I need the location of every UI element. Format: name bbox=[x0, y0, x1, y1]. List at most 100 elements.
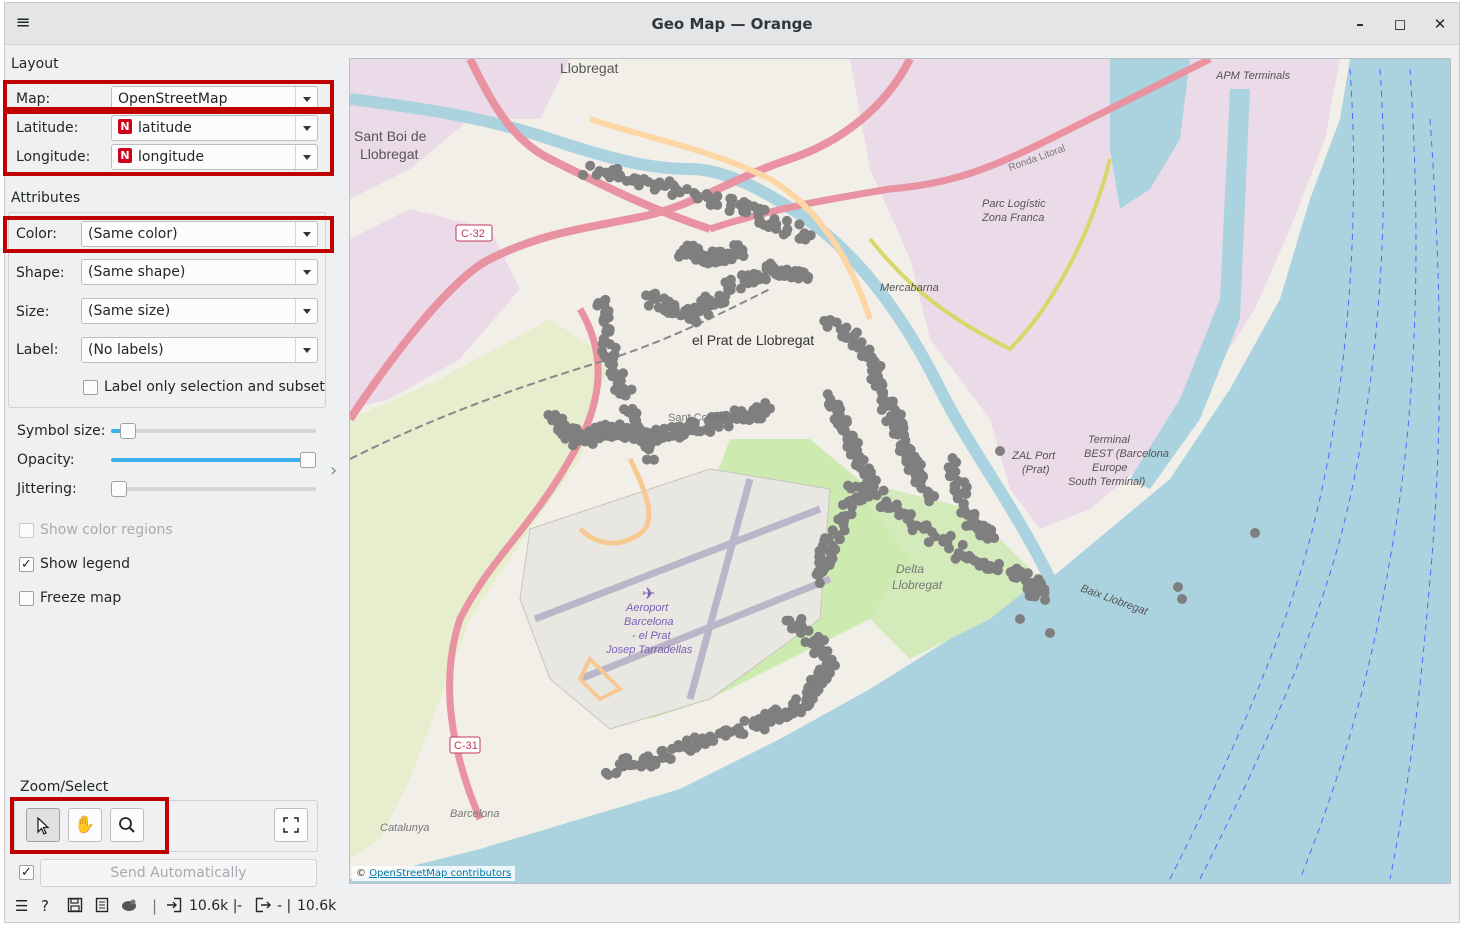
title-bar: ≡ Geo Map — Orange – ◻ ✕ bbox=[5, 3, 1459, 45]
color-combo[interactable]: (Same color) bbox=[81, 221, 318, 247]
symbol-size-handle[interactable] bbox=[120, 423, 137, 439]
data-point bbox=[847, 501, 858, 512]
latitude-combo[interactable]: Nlatitude bbox=[111, 115, 318, 141]
select-tool-button[interactable] bbox=[26, 808, 60, 842]
data-point bbox=[591, 169, 602, 180]
place-label: South Terminal) bbox=[1068, 476, 1146, 488]
size-combo[interactable]: (Same size) bbox=[81, 298, 318, 324]
airport-icon: ✈ bbox=[642, 584, 655, 603]
data-point bbox=[611, 767, 622, 778]
chevron-down-icon bbox=[295, 299, 317, 323]
label-combo-value: (No labels) bbox=[88, 342, 164, 358]
size-label: Size: bbox=[16, 304, 50, 320]
reset-zoom-button[interactable] bbox=[274, 808, 308, 842]
input-icon bbox=[166, 897, 182, 917]
data-point bbox=[1027, 591, 1038, 602]
show-color-regions-label: Show color regions bbox=[40, 522, 173, 538]
data-point bbox=[837, 499, 848, 510]
data-point bbox=[578, 169, 589, 180]
freeze-map-label: Freeze map bbox=[40, 590, 122, 606]
data-point bbox=[866, 353, 877, 364]
data-point bbox=[946, 465, 957, 476]
send-auto-checkbox[interactable]: ✓ bbox=[19, 865, 34, 880]
shape-combo[interactable]: (Same shape) bbox=[81, 259, 318, 285]
data-point bbox=[929, 491, 940, 502]
place-label: Catalunya bbox=[380, 822, 430, 834]
freeze-map-checkbox[interactable] bbox=[19, 591, 34, 606]
data-point bbox=[736, 270, 747, 281]
osm-attribution-link[interactable]: OpenStreetMap contributors bbox=[369, 868, 511, 879]
help-icon[interactable]: ? bbox=[41, 897, 49, 915]
data-point bbox=[926, 526, 937, 537]
send-automatically-button[interactable]: Send Automatically bbox=[40, 859, 317, 887]
label-only-selection-checkbox[interactable] bbox=[83, 380, 98, 395]
data-point bbox=[794, 219, 805, 230]
place-label: Europe bbox=[1092, 462, 1127, 474]
data-point bbox=[1040, 594, 1051, 605]
save-icon[interactable] bbox=[67, 897, 83, 917]
map-canvas[interactable]: Llobregat Sant Boi de Llobregat el Prat … bbox=[350, 59, 1450, 883]
chevron-down-icon bbox=[295, 338, 317, 362]
data-point bbox=[758, 407, 769, 418]
opacity-handle[interactable] bbox=[300, 452, 316, 468]
data-point bbox=[692, 426, 703, 437]
report-icon[interactable] bbox=[95, 897, 109, 917]
data-point bbox=[585, 160, 596, 171]
jittering-label: Jittering: bbox=[17, 481, 77, 497]
data-point bbox=[739, 197, 750, 208]
data-point bbox=[895, 409, 906, 420]
longitude-label: Longitude: bbox=[16, 149, 91, 165]
data-point bbox=[791, 694, 802, 705]
minimize-button[interactable]: – bbox=[1349, 13, 1371, 35]
data-point bbox=[845, 483, 856, 494]
layout-section-title: Layout bbox=[11, 56, 59, 72]
menu-icon[interactable]: ☰ bbox=[15, 897, 28, 915]
collapse-panel-arrow-icon[interactable]: › bbox=[330, 460, 337, 481]
place-label: Sant Cosme bbox=[668, 412, 729, 424]
symbol-size-slider[interactable] bbox=[111, 429, 316, 433]
numeric-variable-icon: N bbox=[118, 148, 132, 163]
map-combo-value: OpenStreetMap bbox=[118, 91, 228, 107]
longitude-combo[interactable]: Nlongitude bbox=[111, 144, 318, 170]
magnifier-icon bbox=[119, 817, 135, 833]
data-point bbox=[942, 535, 953, 546]
maximize-button[interactable]: ◻ bbox=[1389, 13, 1411, 35]
pointer-icon bbox=[37, 816, 50, 835]
data-point bbox=[712, 191, 723, 202]
place-label: Sant Boi de bbox=[354, 128, 427, 144]
data-point bbox=[944, 543, 955, 554]
jittering-slider[interactable] bbox=[111, 487, 316, 491]
data-point bbox=[610, 342, 621, 353]
visualize-icon[interactable] bbox=[120, 897, 138, 917]
place-label: Llobregat bbox=[360, 146, 418, 162]
data-point bbox=[604, 172, 615, 183]
pan-tool-button[interactable]: ✋ bbox=[68, 808, 102, 842]
chevron-down-icon bbox=[295, 87, 317, 111]
place-label: Llobregat bbox=[560, 60, 618, 76]
label-combo[interactable]: (No labels) bbox=[81, 337, 318, 363]
chevron-down-icon bbox=[295, 222, 317, 246]
data-point bbox=[994, 558, 1005, 569]
data-point bbox=[734, 728, 745, 739]
data-point bbox=[765, 258, 776, 269]
place-label: ZAL Port bbox=[1011, 450, 1056, 462]
symbol-size-label: Symbol size: bbox=[17, 423, 106, 439]
numeric-variable-icon: N bbox=[118, 119, 132, 134]
data-point bbox=[692, 193, 703, 204]
show-color-regions-checkbox[interactable] bbox=[19, 523, 34, 538]
close-button[interactable]: ✕ bbox=[1429, 13, 1451, 35]
jittering-handle[interactable] bbox=[111, 481, 127, 497]
show-legend-checkbox[interactable]: ✓ bbox=[19, 557, 34, 572]
data-point bbox=[748, 720, 759, 731]
data-point bbox=[620, 390, 631, 401]
status-bar: ☰ ? | 10.6k | - - | 10.6k bbox=[0, 893, 1462, 919]
place-label: Llobregat bbox=[892, 578, 943, 592]
zoom-tool-button[interactable] bbox=[110, 808, 144, 842]
chevron-down-icon bbox=[295, 116, 317, 140]
map-combo[interactable]: OpenStreetMap bbox=[111, 86, 318, 112]
place-label: Mercabarna bbox=[880, 282, 939, 294]
data-point bbox=[641, 454, 652, 465]
data-point bbox=[854, 339, 865, 350]
data-point bbox=[760, 397, 771, 408]
geo-map-view[interactable]: Llobregat Sant Boi de Llobregat el Prat … bbox=[349, 58, 1451, 884]
